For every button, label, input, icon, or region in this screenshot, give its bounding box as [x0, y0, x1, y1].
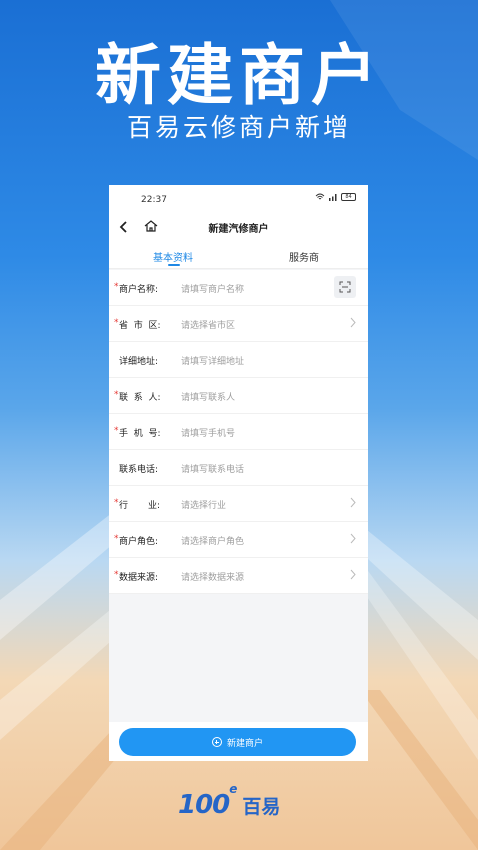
brand-logo-area: 100e 百易 — [178, 782, 281, 820]
tab-bar: 基本资料 服务商 — [109, 239, 368, 269]
chevron-right-icon — [350, 497, 356, 508]
chevron-right-icon — [350, 317, 356, 328]
required-marker: * — [114, 282, 119, 292]
field-label: 行 业: — [119, 501, 161, 511]
hero-subtitle: 百易云修商户新增 — [126, 113, 351, 142]
field-label: 商户名称: — [119, 285, 159, 295]
field-label: 手 机 号: — [119, 429, 161, 439]
required-marker: * — [114, 534, 119, 544]
footer-bar: 新建商户 — [109, 722, 368, 761]
field-merchant-name[interactable]: * 商户名称: 请填写商户名称 — [109, 270, 368, 306]
required-marker: * — [114, 318, 119, 328]
mobile-input[interactable]: 请填写手机号 — [181, 426, 235, 439]
field-label: 联 系 人: — [119, 393, 161, 403]
brand-logo: 100e — [178, 782, 237, 820]
merchant-form: * 商户名称: 请填写商户名称 * 省 市 区: 请选择省市区 详细地址: 请填… — [109, 270, 368, 594]
industry-select[interactable]: 请选择行业 — [181, 498, 226, 511]
tab-service-provider[interactable]: 服务商 — [289, 249, 319, 264]
field-label: 省 市 区: — [119, 321, 161, 331]
field-industry[interactable]: * 行 业: 请选择行业 — [109, 486, 368, 522]
field-mobile[interactable]: * 手 机 号: 请填写手机号 — [109, 414, 368, 450]
chevron-right-icon — [350, 533, 356, 544]
required-marker: * — [114, 426, 119, 436]
merchant-name-input[interactable]: 请填写商户名称 — [181, 282, 244, 295]
nav-bar: 新建汽修商户 — [109, 215, 368, 239]
brand-name: 百易 — [242, 795, 281, 818]
status-time: 22:37 — [141, 195, 167, 205]
field-region[interactable]: * 省 市 区: 请选择省市区 — [109, 306, 368, 342]
create-merchant-button[interactable]: 新建商户 — [119, 728, 356, 756]
field-data-source[interactable]: * 数据来源: 请选择数据来源 — [109, 558, 368, 594]
address-input[interactable]: 请填写详细地址 — [181, 354, 244, 367]
phone-input[interactable]: 请填写联系电话 — [181, 462, 244, 475]
field-address[interactable]: 详细地址: 请填写详细地址 — [109, 342, 368, 378]
field-label: 数据来源: — [119, 573, 159, 583]
merchant-role-select[interactable]: 请选择商户角色 — [181, 534, 244, 547]
plus-circle-icon — [211, 737, 222, 747]
field-label: 商户角色: — [119, 537, 159, 547]
field-merchant-role[interactable]: * 商户角色: 请选择商户角色 — [109, 522, 368, 558]
field-phone[interactable]: 联系电话: 请填写联系电话 — [109, 450, 368, 486]
page-title: 新建汽修商户 — [208, 224, 269, 235]
signal-icon — [329, 194, 337, 201]
required-marker: * — [114, 570, 119, 580]
field-label: 联系电话: — [119, 465, 159, 475]
required-marker: * — [114, 498, 119, 508]
scan-button[interactable] — [334, 276, 356, 298]
required-marker: * — [114, 390, 119, 400]
data-source-select[interactable]: 请选择数据来源 — [181, 570, 244, 583]
contact-input[interactable]: 请填写联系人 — [181, 390, 235, 403]
status-bar: 22:37 84 — [109, 185, 368, 215]
chevron-right-icon — [350, 569, 356, 580]
create-merchant-label: 新建商户 — [226, 738, 263, 749]
field-contact[interactable]: * 联 系 人: 请填写联系人 — [109, 378, 368, 414]
battery-icon: 84 — [341, 193, 356, 201]
hero-title: 新建商户 — [95, 37, 383, 114]
status-icons: 84 — [315, 193, 356, 201]
phone-screen: 22:37 84 新建汽修商户 基本资料 服务商 * 商户名称: 请填写商户名称… — [109, 185, 368, 761]
field-label: 详细地址: — [119, 357, 159, 367]
active-tab-indicator — [168, 264, 180, 266]
region-select[interactable]: 请选择省市区 — [181, 318, 235, 331]
scan-icon — [339, 281, 351, 293]
wifi-icon — [315, 193, 325, 200]
tab-basic-info[interactable]: 基本资料 — [153, 249, 193, 264]
